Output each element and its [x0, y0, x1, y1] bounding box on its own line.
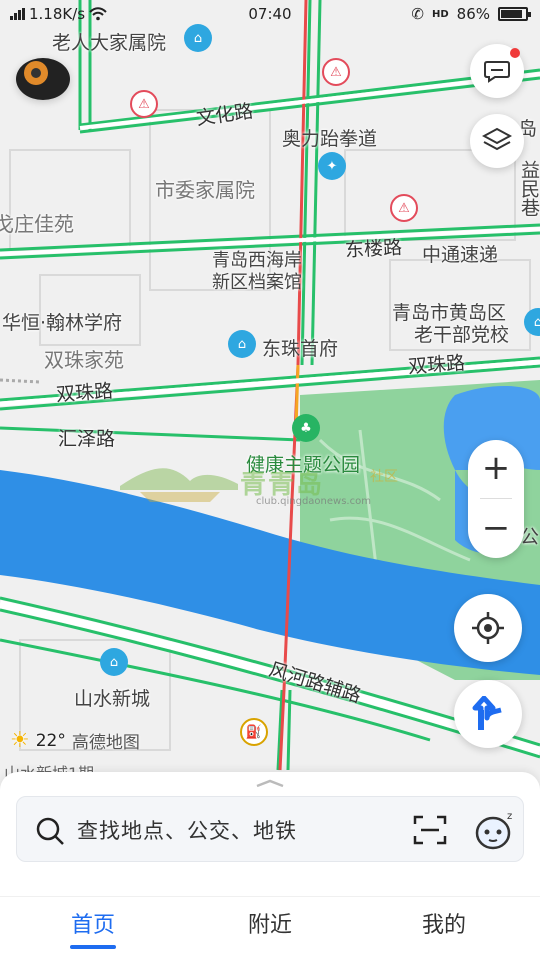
gym-pin-icon[interactable]: ✦	[318, 152, 346, 180]
locate-icon	[472, 612, 504, 644]
battery-icon	[498, 7, 531, 21]
zoom-control: + −	[468, 440, 524, 558]
gas-station-pin-icon[interactable]: ⛽	[240, 718, 268, 746]
map-label-place[interactable]: 老人大家属院	[52, 28, 166, 55]
map-label-place[interactable]: 市委家属院	[155, 174, 255, 203]
notification-dot	[510, 48, 520, 58]
map-label-place[interactable]: 中通速递	[422, 240, 498, 267]
sun-icon: ☀	[10, 728, 30, 753]
zoom-in-button[interactable]: +	[468, 440, 524, 496]
map-label-road: 双珠路	[55, 380, 114, 406]
navigation-button[interactable]	[454, 680, 522, 748]
user-avatar[interactable]	[16, 58, 70, 100]
map-label-place[interactable]: 益民巷	[516, 160, 540, 217]
watermark-logo-icon	[120, 468, 238, 502]
zoom-divider	[480, 498, 512, 499]
map-label-place[interactable]: 东珠首府	[262, 334, 338, 361]
tab-home[interactable]: 首页	[33, 907, 153, 949]
map-label-place[interactable]: 老干部党校	[414, 320, 509, 347]
active-tab-indicator	[70, 945, 116, 949]
building-pin-icon[interactable]: ⌂	[228, 330, 256, 358]
search-bar[interactable]: 查找地点、公交、地铁 z	[16, 796, 524, 862]
tab-label: 我的	[421, 913, 466, 938]
watermark-tag: 社区	[370, 469, 398, 485]
map-label-road: 东楼路	[344, 236, 403, 262]
watermark: 青青岛 社区 club.qingdaonews.com	[120, 456, 420, 516]
layers-button[interactable]	[470, 114, 524, 168]
scan-icon[interactable]	[413, 815, 447, 845]
map-label-road: 汇泽路	[58, 428, 116, 450]
zoom-out-button[interactable]: −	[468, 500, 524, 556]
map-label-place[interactable]: 奥力跆拳道	[282, 124, 377, 151]
voice-assistant-icon[interactable]: z	[475, 809, 515, 851]
map-label-place[interactable]: 山水新城	[74, 684, 150, 711]
status-bar: 1.18K/s 07:40 ✆ HD 86%	[0, 0, 540, 30]
map-label-place[interactable]: 戈庄佳苑	[0, 208, 74, 237]
battery-percent: 86%	[456, 5, 490, 23]
tab-label: 首页	[70, 913, 115, 938]
battery-fill	[501, 10, 522, 18]
map-label-road: 双珠路	[407, 352, 466, 378]
svg-text:z: z	[507, 811, 512, 822]
watermark-url: club.qingdaonews.com	[256, 496, 371, 507]
building-pin-icon[interactable]: ⌂	[100, 648, 128, 676]
map-label-place[interactable]: 双珠家苑	[44, 344, 124, 373]
message-button[interactable]	[470, 44, 524, 98]
construction-pin-icon[interactable]: ⚠	[322, 58, 350, 86]
hd-badge: HD	[431, 8, 449, 20]
construction-pin-icon[interactable]: ⚠	[390, 194, 418, 222]
bottom-sheet: 查找地点、公交、地铁 z 首页 附近 我的	[0, 772, 540, 960]
route-arrow-icon	[472, 696, 502, 730]
search-input[interactable]: 查找地点、公交、地铁	[77, 815, 297, 845]
bottom-tab-bar: 首页 附近 我的	[0, 896, 540, 960]
tab-label: 附近	[247, 913, 292, 938]
map-label-place[interactable]: 华恒·翰林学府	[2, 308, 122, 335]
search-icon	[36, 817, 64, 845]
tab-nearby[interactable]: 附近	[210, 907, 330, 939]
locate-button[interactable]	[454, 594, 522, 662]
map-brand: 高德地图	[71, 733, 140, 753]
layers-icon	[482, 127, 512, 151]
park-pin-icon[interactable]: ♣	[292, 414, 320, 442]
tab-mine[interactable]: 我的	[384, 907, 504, 939]
map-label-place[interactable]: 新区档案馆	[212, 268, 302, 294]
chat-icon	[484, 61, 510, 83]
avatar-icon	[24, 61, 48, 85]
temperature: 22°	[35, 730, 66, 751]
weather-widget[interactable]: ☀ 22° 高德地图	[10, 728, 140, 753]
drag-handle-icon[interactable]	[255, 778, 285, 788]
construction-pin-icon[interactable]: ⚠	[130, 90, 158, 118]
call-icon: ✆	[411, 5, 424, 23]
